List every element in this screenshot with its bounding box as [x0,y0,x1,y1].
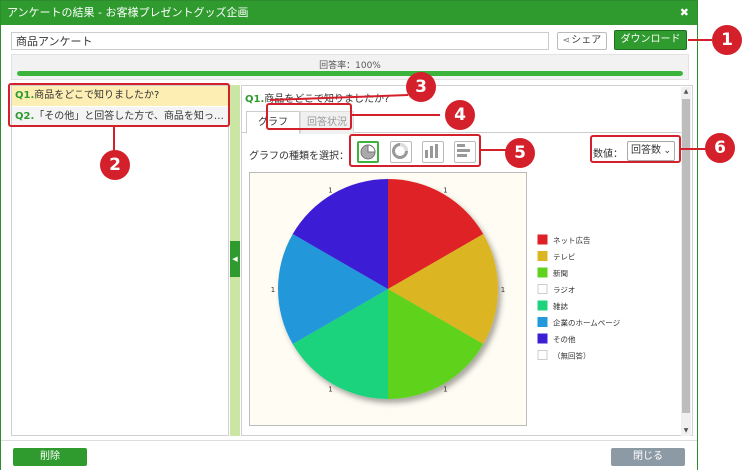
callout-badge-2: 2 [100,150,130,180]
legend-swatch [537,300,548,311]
legend-swatch [537,284,548,294]
response-rate-bar: 回答率：100% [11,54,689,80]
dialog-footer: 削除 閉じる [1,440,697,470]
chevron-down-icon: ⌄ [663,146,671,156]
question-text: 「その他」と回答した方で、商品を知っ… [34,111,224,122]
question-number: Q1. [245,94,265,105]
callout-badge-3: 3 [406,72,436,102]
scroll-down-icon[interactable]: ▼ [681,426,691,436]
column-chart-icon [425,144,438,158]
callout-badge-4: 4 [445,100,475,130]
window-title: アンケートの結果 - お客様プレゼントグッズ企画 [7,6,249,19]
survey-name-field[interactable] [11,32,549,50]
bar-chart-button[interactable] [454,141,476,163]
value-type-option: 回答数 [631,145,661,156]
legend-swatch [537,251,548,261]
pie-chart-button[interactable] [357,141,379,163]
question-detail-panel: Q1.商品をどこで知りましたか? グラフ 回答状況 グラフの種類を選択： 数値：… [241,85,693,436]
collapse-handle-icon[interactable]: ◀ [230,241,240,277]
pie-chart-icon [360,144,376,160]
data-label: 1 [328,186,332,194]
pie-slices [278,179,498,399]
close-button[interactable]: 閉じる [611,448,685,466]
legend-label: ネット広告 [553,235,591,245]
question-item-2[interactable]: Q2.「その他」と回答した方で、商品を知っ… [12,106,228,126]
data-label: 1 [501,286,505,294]
donut-chart-icon [392,143,408,159]
legend-label: 雑誌 [553,301,568,311]
data-label: 1 [443,386,447,394]
delete-button[interactable]: 削除 [13,448,87,466]
title-bar: アンケートの結果 - お客様プレゼントグッズ企画 ✖ [1,1,697,25]
share-button[interactable]: ⋖シェア [557,32,607,50]
legend-label: ラジオ [553,286,575,295]
pie-chart: 1 1 1 1 1 1 [271,179,505,399]
data-label: 1 [443,186,447,194]
close-icon[interactable]: ✖ [680,1,689,25]
detail-scrollbar[interactable]: ▲ ▼ [681,87,691,436]
chart-type-label: グラフの種類を選択： [249,151,349,162]
share-label: シェア [571,35,602,46]
callout-badge-1: 1 [712,25,742,55]
legend-swatch [537,333,548,344]
legend-label: テレビ [553,253,576,262]
value-type-select[interactable]: 回答数 ⌄ [627,141,675,161]
chart-area: 1 1 1 1 1 1 [249,172,527,426]
legend-swatch [537,267,548,278]
callout-badge-5: 5 [505,138,535,168]
column-chart-button[interactable] [422,141,444,163]
legend-swatch [537,317,548,327]
share-icon: ⋖ [562,36,571,46]
question-number: Q2. [15,111,35,122]
chart-legend: ネット広告テレビ新聞ラジオ雑誌企業のホームページその他 （無回答） [537,234,621,361]
response-rate-track [17,71,683,76]
value-type-label: 数値： [593,149,623,160]
legend-label: 企業のホームページ [553,318,621,328]
data-label: 1 [328,386,332,394]
donut-chart-button[interactable] [390,141,412,163]
panel-splitter[interactable]: ◀ [230,85,240,436]
question-text: 商品をどこで知りましたか? [264,94,390,105]
scroll-thumb[interactable] [682,99,690,413]
tab-graph[interactable]: グラフ [246,111,300,134]
dialog-window: アンケートの結果 - お客様プレゼントグッズ企画 ✖ ⋖シェア ダウンロード 回… [0,0,698,470]
question-text: 商品をどこで知りましたか? [34,90,160,101]
legend-swatch [537,234,548,245]
scroll-up-icon[interactable]: ▲ [681,87,691,97]
legend-label: （無回答） [553,351,591,361]
question-number: Q1. [15,90,35,101]
question-list: Q1.商品をどこで知りましたか? Q2.「その他」と回答した方で、商品を知っ… [11,85,229,436]
bar-chart-icon [457,144,470,157]
detail-question-title: Q1.商品をどこで知りましたか? [245,90,389,105]
response-rate-fill [17,71,683,76]
legend-swatch [537,350,548,360]
response-rate-label: 回答率：100% [319,61,381,71]
data-label: 1 [271,286,275,294]
download-button[interactable]: ダウンロード [614,30,687,50]
legend-label: 新聞 [553,268,568,278]
question-item-1[interactable]: Q1.商品をどこで知りましたか? [12,86,228,106]
tab-response-status[interactable]: 回答状況 [300,111,354,134]
callout-badge-6: 6 [705,133,735,163]
legend-label: その他 [553,334,576,344]
